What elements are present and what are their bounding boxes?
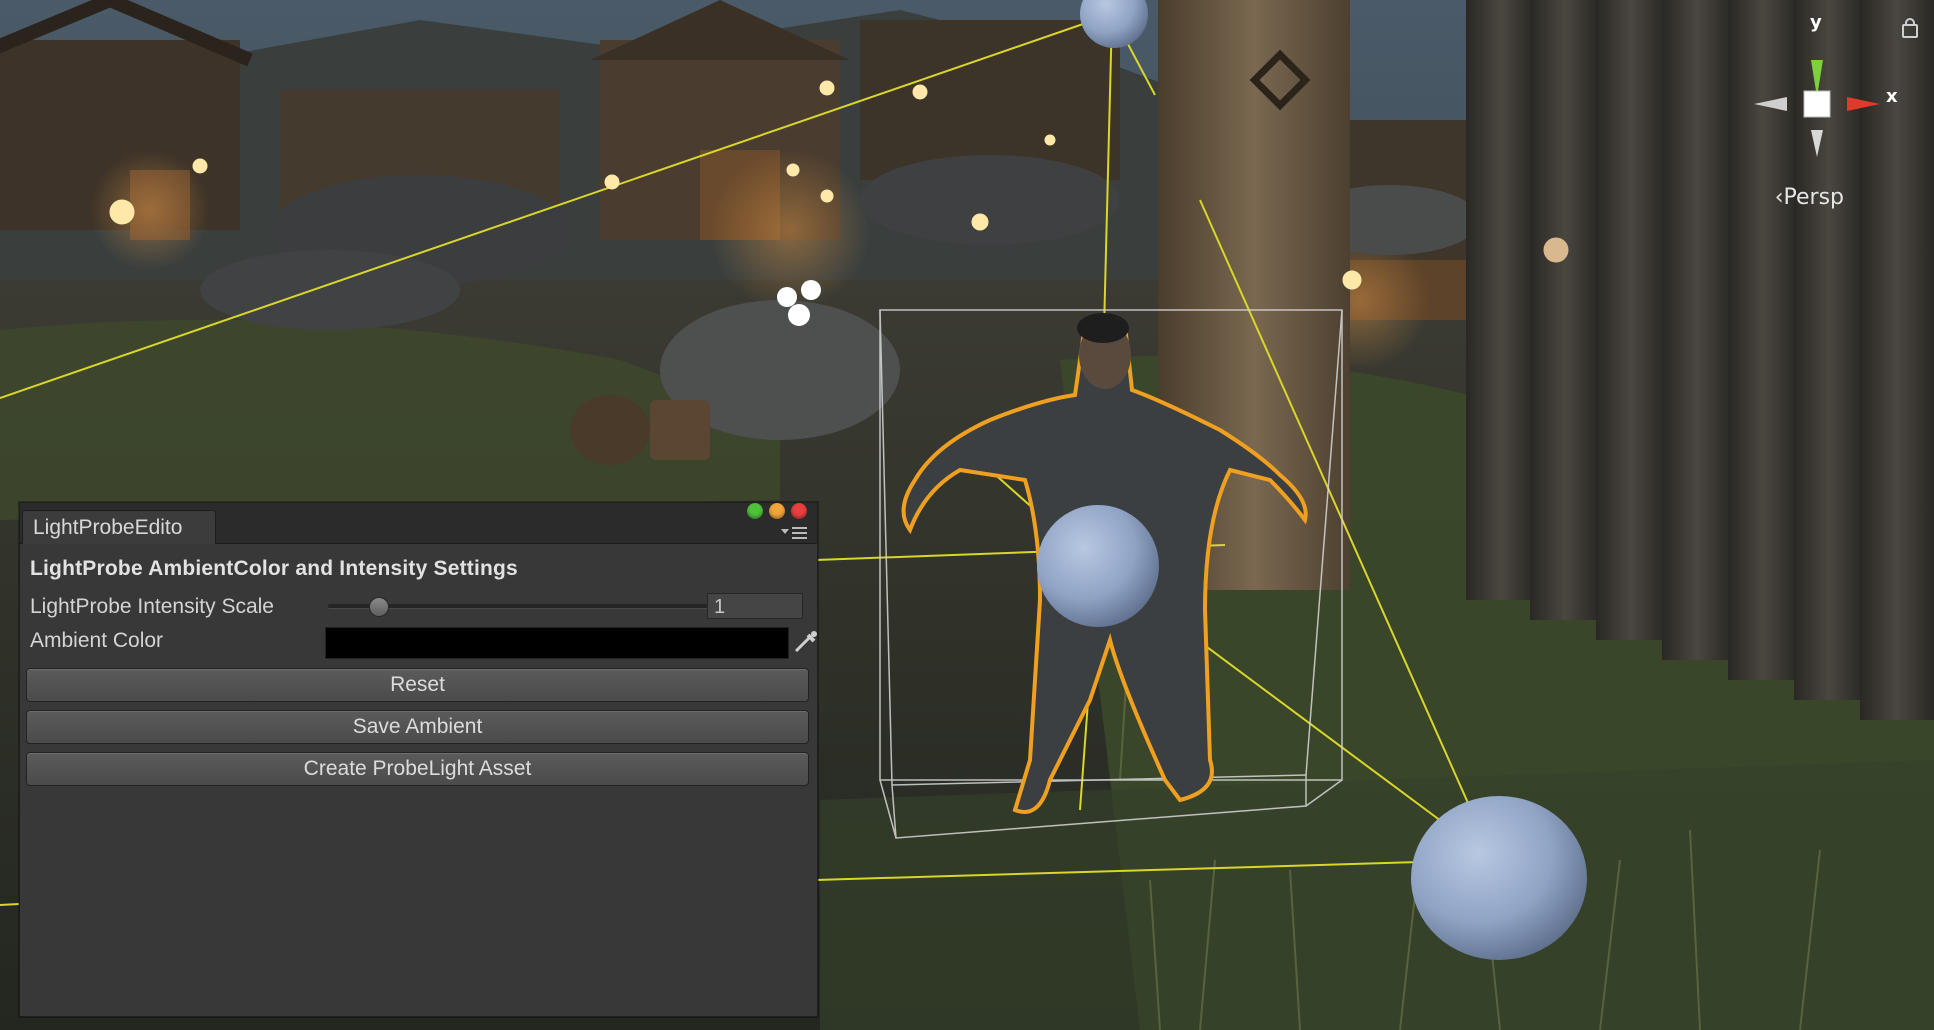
x-axis-cone[interactable] (1847, 97, 1880, 111)
save-ambient-button[interactable]: Save Ambient (26, 710, 809, 744)
close-button[interactable] (791, 503, 807, 519)
neg-z-axis-cone[interactable] (1811, 130, 1823, 157)
maximize-button[interactable] (747, 503, 763, 519)
neg-x-axis-cone[interactable] (1754, 97, 1787, 111)
minimize-button[interactable] (769, 503, 785, 519)
gizmo-center-cube[interactable] (1803, 90, 1831, 118)
create-probelight-asset-button[interactable]: Create ProbeLight Asset (26, 752, 809, 786)
reset-button[interactable]: Reset (26, 668, 809, 702)
camera-mode-label[interactable]: ‹Persp (1775, 185, 1844, 210)
y-axis-label: y (1810, 12, 1822, 33)
orientation-gizmo[interactable]: y x (1734, 12, 1904, 202)
eyedropper-icon[interactable] (790, 627, 820, 657)
settings-heading: LightProbe AmbientColor and Intensity Se… (30, 557, 518, 580)
chevron-left-icon: ‹ (1774, 185, 1784, 210)
slider-thumb[interactable] (369, 597, 390, 617)
window-controls (741, 503, 807, 521)
intensity-scale-label: LightProbe Intensity Scale (30, 595, 274, 618)
tab-lightprobe-editor[interactable]: LightProbeEdito (22, 510, 216, 544)
intensity-scale-input[interactable]: 1 (707, 593, 803, 619)
ambient-color-field[interactable] (325, 627, 789, 659)
window-menu-icon[interactable] (781, 527, 807, 539)
ambient-color-label: Ambient Color (30, 629, 164, 652)
editor-titlebar: LightProbeEdito (20, 503, 817, 544)
x-axis-label: x (1886, 86, 1898, 107)
intensity-scale-slider[interactable] (328, 593, 716, 619)
light-probe-editor-window: LightProbeEdito LightProbe AmbientColor … (19, 502, 818, 1017)
lock-icon[interactable] (1902, 18, 1918, 38)
